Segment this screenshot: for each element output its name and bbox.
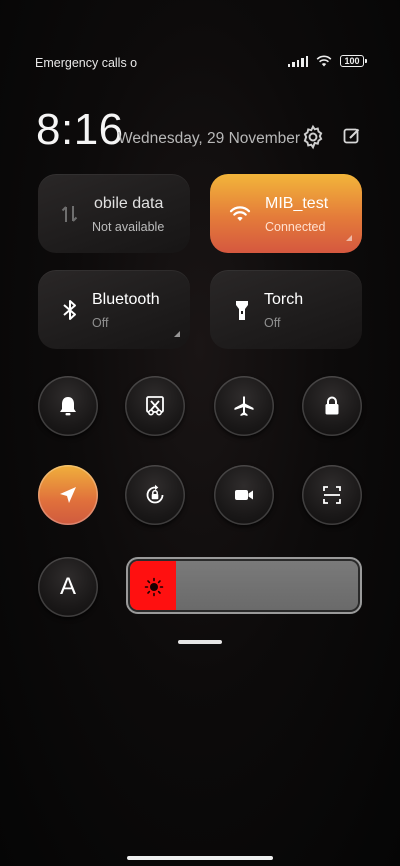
bluetooth-tile[interactable]: Bluetooth Off xyxy=(38,270,190,349)
date[interactable]: Wednesday, 29 November xyxy=(118,130,300,148)
torch-title: Torch xyxy=(264,291,304,308)
video-camera-icon xyxy=(235,490,253,500)
wifi-status-icon xyxy=(316,55,332,67)
edit-icon[interactable] xyxy=(343,127,361,145)
airplane-icon xyxy=(234,396,254,416)
auto-brightness-label: A xyxy=(59,573,76,600)
location-arrow-icon xyxy=(60,487,76,503)
torch-tile[interactable]: Torch Off xyxy=(210,270,362,349)
scanner-toggle[interactable] xyxy=(302,465,362,525)
panel-drag-handle[interactable] xyxy=(178,640,222,644)
mobile-data-arrows-icon xyxy=(61,206,78,222)
status-icons: 100 xyxy=(287,55,367,67)
rotation-lock-icon xyxy=(146,484,164,504)
wifi-tile[interactable]: MIB_test Connected xyxy=(210,174,362,253)
bluetooth-status: Off xyxy=(92,316,109,330)
bluetooth-title: Bluetooth xyxy=(92,291,160,308)
bell-icon xyxy=(60,397,76,416)
silent-toggle[interactable] xyxy=(38,376,98,436)
brightness-track[interactable] xyxy=(130,561,358,610)
battery-icon: 100 xyxy=(340,55,367,67)
clock[interactable]: 8:16 xyxy=(36,105,124,155)
lock-screen-toggle[interactable] xyxy=(302,376,362,436)
torch-icon xyxy=(236,301,248,320)
bluetooth-icon xyxy=(63,300,76,320)
lock-icon xyxy=(325,396,339,415)
wifi-network-name: MIB_test xyxy=(265,195,329,212)
location-toggle[interactable] xyxy=(38,465,98,525)
screenshot-toggle[interactable] xyxy=(125,376,185,436)
scan-icon xyxy=(323,486,341,504)
home-indicator[interactable] xyxy=(127,856,273,860)
sun-icon xyxy=(144,577,164,597)
status-bar: Emergency calls o 100 xyxy=(0,0,400,80)
torch-status: Off xyxy=(264,316,281,330)
airplane-mode-toggle[interactable] xyxy=(214,376,274,436)
auto-brightness-button[interactable]: A xyxy=(38,557,98,617)
screenshot-scissors-icon xyxy=(146,396,164,416)
bluetooth-expand-corner[interactable] xyxy=(174,331,180,337)
wifi-status: Connected xyxy=(265,220,326,234)
brightness-slider[interactable] xyxy=(126,557,362,614)
screen-recorder-toggle[interactable] xyxy=(214,465,274,525)
settings-gear-icon[interactable] xyxy=(300,124,326,150)
rotation-lock-toggle[interactable] xyxy=(125,465,185,525)
wifi-expand-corner[interactable] xyxy=(346,235,352,241)
mobile-data-title: obile data xyxy=(94,195,164,212)
signal-icon xyxy=(287,55,308,67)
carrier-status-text: Emergency calls o xyxy=(35,56,138,70)
wifi-icon xyxy=(229,206,251,221)
mobile-data-tile[interactable]: obile data Not available xyxy=(38,174,190,253)
battery-level: 100 xyxy=(344,56,360,66)
mobile-data-status: Not available xyxy=(92,220,165,234)
